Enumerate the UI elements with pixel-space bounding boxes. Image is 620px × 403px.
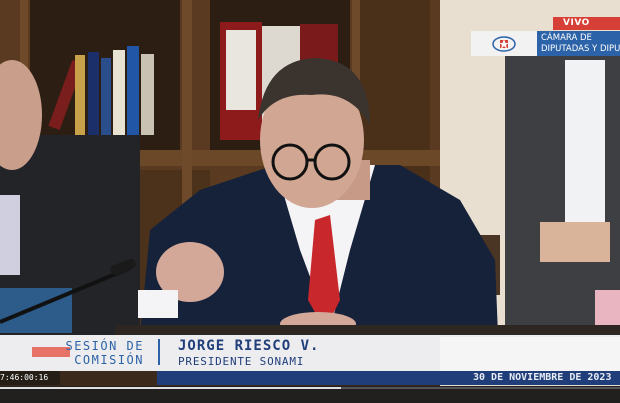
live-badge: VIVO bbox=[553, 17, 620, 30]
speaker-title: PRESIDENTE SONAMI bbox=[178, 355, 305, 368]
progress-track[interactable] bbox=[0, 387, 620, 389]
book bbox=[88, 52, 99, 135]
session-line1: SESIÓN DE bbox=[65, 339, 144, 353]
session-line2: COMISIÓN bbox=[74, 353, 144, 367]
book bbox=[127, 46, 139, 135]
book bbox=[75, 55, 85, 135]
session-label: SESIÓN DE COMISIÓN bbox=[46, 339, 144, 367]
progress-fill bbox=[0, 387, 341, 389]
chamber-name-line2: DIPUTADAS Y DIPUTADOS bbox=[541, 44, 620, 54]
chamber-name-line1: CÁMARA DE bbox=[541, 33, 592, 43]
book bbox=[113, 50, 125, 135]
lower-third: SESIÓN DE COMISIÓN JORGE RIESCO V. PRESI… bbox=[0, 335, 620, 371]
chamber-logo bbox=[471, 31, 537, 56]
chamber-name: CÁMARA DE DIPUTADAS Y DIPUTADOS bbox=[537, 31, 620, 56]
chamber-emblem-icon bbox=[492, 35, 516, 52]
timecode: 7:46:00:16 bbox=[0, 371, 60, 385]
book bbox=[101, 58, 111, 135]
player-bar bbox=[0, 386, 620, 403]
speaker-name: JORGE RIESCO V. bbox=[178, 338, 320, 354]
divider bbox=[158, 339, 160, 365]
session-date: 30 DE NOVIEMBRE DE 2023 bbox=[473, 372, 612, 383]
date-bar: 30 DE NOVIEMBRE DE 2023 bbox=[157, 371, 620, 385]
book bbox=[141, 54, 154, 135]
video-frame[interactable]: VIVO CÁMARA DE DIPUTADAS Y DIPUTADOS SES… bbox=[0, 0, 620, 403]
chamber-badge: CÁMARA DE DIPUTADAS Y DIPUTADOS bbox=[471, 31, 620, 56]
